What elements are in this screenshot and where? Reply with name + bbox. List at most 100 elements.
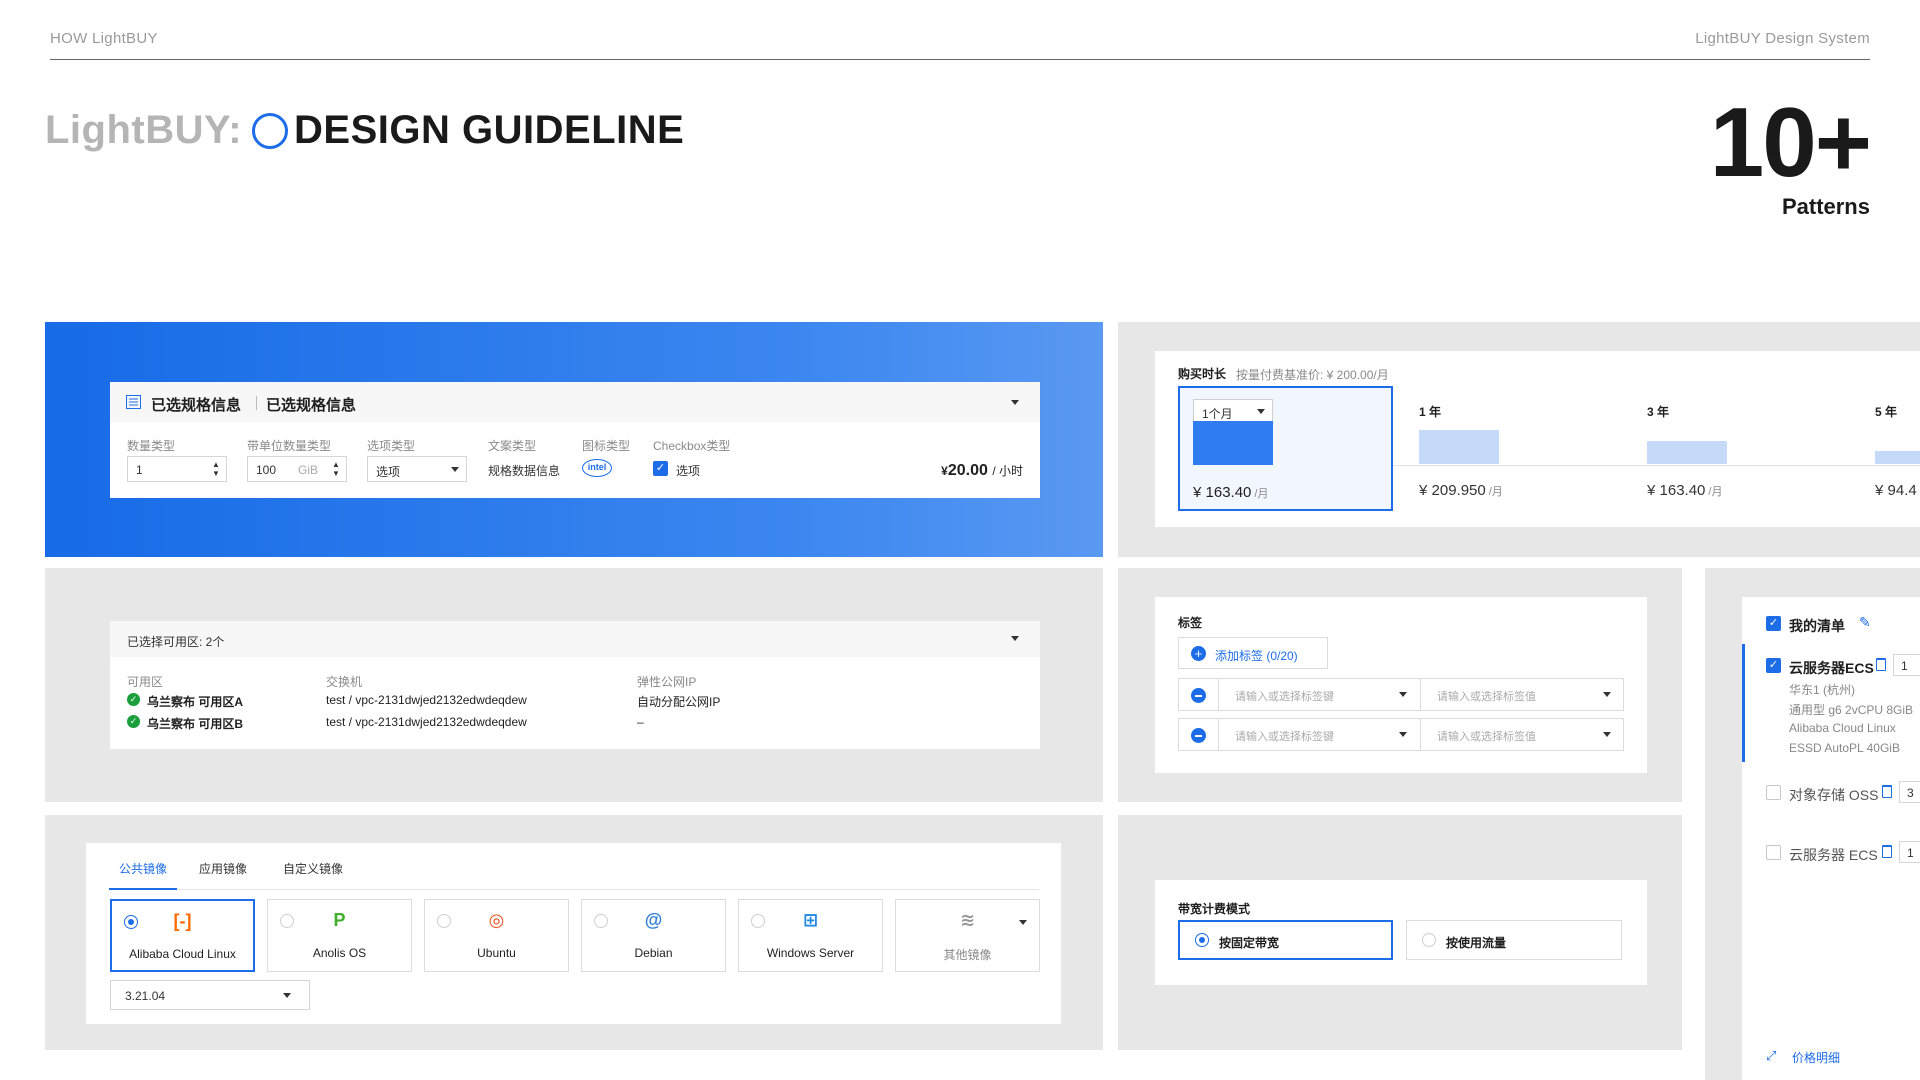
zone-name: 乌兰察布 可用区B bbox=[147, 717, 244, 731]
intel-icon: intel bbox=[582, 459, 612, 477]
images-tabs: 公共镜像 应用镜像 自定义镜像 bbox=[109, 843, 1039, 890]
cart-item-qty-value: 1 bbox=[1901, 659, 1908, 673]
stepper-up-icon[interactable]: ▲ bbox=[212, 460, 220, 469]
os-image-card[interactable]: [-] Alibaba Cloud Linux bbox=[110, 899, 255, 972]
duration-price: ¥ 163.40/月 bbox=[1647, 482, 1722, 499]
radio-selected-icon bbox=[1195, 933, 1209, 947]
tags-label: 标签 bbox=[1178, 616, 1203, 630]
duration-option-label: 1 年 bbox=[1419, 405, 1442, 419]
option-checkbox[interactable]: ✓ bbox=[653, 461, 668, 476]
bandwidth-traffic-label: 按使用流量 bbox=[1446, 936, 1507, 950]
spec-f6-label: Checkbox类型 bbox=[653, 439, 731, 453]
windows-icon: ⊞ bbox=[802, 910, 819, 930]
duration-option[interactable]: 1 年 ¥ 209.950/月 bbox=[1406, 386, 1621, 511]
tag-row: 请输入或选择标签键 请输入或选择标签值 bbox=[1178, 718, 1624, 751]
os-image-name: 其他镜像 bbox=[943, 948, 992, 962]
version-value: 3.21.04 bbox=[125, 989, 166, 1003]
duration-option[interactable]: 1个月 ¥ 163.40/月 bbox=[1178, 386, 1393, 511]
os-image-name: Ubuntu bbox=[477, 946, 516, 960]
os-image-card[interactable]: @ Debian bbox=[581, 899, 726, 972]
cart-item-detail: 通用型 g6 2vCPU 8GiB bbox=[1789, 703, 1914, 717]
header-left-label: HOW LightBUY bbox=[50, 30, 158, 47]
duration-price-value: ¥ 163.40 bbox=[1647, 482, 1706, 499]
os-image-card[interactable]: P Anolis OS bbox=[267, 899, 412, 972]
image-tab[interactable]: 自定义镜像 bbox=[273, 843, 353, 890]
bandwidth-traffic-option[interactable]: 按使用流量 bbox=[1406, 920, 1622, 960]
tags-card: 标签 + 添加标签 (0/20) 请输入或选择标签键 请输入或选择标签值 请输入或选… bbox=[1155, 597, 1647, 773]
spec-list-icon bbox=[126, 395, 141, 409]
edit-icon[interactable]: ✎ bbox=[1859, 614, 1871, 631]
debian-icon: @ bbox=[644, 910, 663, 930]
os-image-card[interactable]: ≋ 其他镜像 bbox=[895, 899, 1040, 972]
trash-icon[interactable] bbox=[1882, 845, 1892, 858]
option-checkbox-label: 选项 bbox=[676, 464, 701, 478]
version-select[interactable]: 3.21.04 bbox=[110, 980, 310, 1010]
image-tab-label: 应用镜像 bbox=[199, 862, 248, 876]
duration-select[interactable]: 1个月 bbox=[1193, 399, 1273, 423]
duration-option-label: 3 年 bbox=[1647, 405, 1670, 419]
image-tab[interactable]: 公共镜像 bbox=[109, 843, 178, 890]
stepper-down-icon[interactable]: ▼ bbox=[332, 469, 340, 478]
remove-circle-icon[interactable] bbox=[1191, 728, 1206, 743]
stepper-up-icon[interactable]: ▲ bbox=[332, 460, 340, 469]
option-select[interactable]: 选项 bbox=[367, 456, 467, 482]
cart-item-checkbox[interactable] bbox=[1766, 845, 1781, 860]
images-card: 公共镜像 应用镜像 自定义镜像 [-] Alibaba Cloud Linux P Ano… bbox=[86, 843, 1061, 1024]
cart-item-checkbox[interactable]: ✓ bbox=[1766, 658, 1781, 673]
add-tag-label: 添加标签 (0/20) bbox=[1215, 649, 1298, 663]
trash-icon[interactable] bbox=[1876, 658, 1886, 671]
cart-item-qty[interactable]: 1 bbox=[1893, 654, 1920, 676]
quantity-stepper[interactable]: 1 ▲ ▼ bbox=[127, 456, 227, 482]
duration-price-value: ¥ 94.4 bbox=[1875, 482, 1917, 499]
trash-icon[interactable] bbox=[1882, 785, 1892, 798]
header-right-label: LightBUY Design System bbox=[1695, 30, 1870, 47]
spec-f4-label: 文案类型 bbox=[488, 439, 537, 453]
chevron-down-icon bbox=[1011, 636, 1019, 641]
duration-price-bar bbox=[1647, 441, 1727, 464]
spec-collapse-chevron-icon[interactable] bbox=[1011, 400, 1019, 405]
radio-empty-icon bbox=[1422, 933, 1436, 947]
spec-f1-label: 数量类型 bbox=[127, 439, 176, 453]
minus-bar bbox=[1195, 695, 1202, 697]
duration-option[interactable]: 3 年 ¥ 163.40/月 bbox=[1634, 386, 1849, 511]
os-image-card[interactable]: ◎ Ubuntu bbox=[424, 899, 569, 972]
duration-price-bar bbox=[1875, 451, 1920, 464]
duration-price-unit: /月 bbox=[1488, 486, 1503, 498]
cart-item-qty[interactable]: 3 bbox=[1899, 781, 1920, 803]
duration-price-value: ¥ 163.40 bbox=[1193, 484, 1252, 501]
zone-vswitch: test / vpc-2131dwjed2132edwdeqdew bbox=[326, 693, 527, 707]
price-detail-link[interactable]: 价格明细 bbox=[1792, 1049, 1840, 1066]
zones-header[interactable]: 已选择可用区: 2个 bbox=[110, 621, 1040, 657]
spec-title-b: 已选规格信息 bbox=[266, 397, 357, 414]
os-image-name: Windows Server bbox=[766, 946, 855, 960]
option-select-value: 选项 bbox=[376, 465, 401, 479]
remove-circle-icon[interactable] bbox=[1191, 688, 1206, 703]
quantity-value: 1 bbox=[136, 463, 143, 477]
tag-key-input[interactable]: 请输入或选择标签键 bbox=[1219, 679, 1420, 710]
duration-option[interactable]: 5 年 ¥ 94.4 bbox=[1862, 386, 1920, 511]
duration-price-unit: /月 bbox=[1708, 486, 1723, 498]
cart-item-name: 对象存储 OSS bbox=[1789, 787, 1879, 803]
cart-select-all-checkbox[interactable]: ✓ bbox=[1766, 616, 1781, 631]
add-tag-button[interactable]: + 添加标签 (0/20) bbox=[1178, 637, 1328, 669]
duration-price: ¥ 163.40/月 bbox=[1193, 484, 1268, 501]
bandwidth-fixed-option[interactable]: 按固定带宽 bbox=[1178, 920, 1393, 960]
os-image-card[interactable]: ⊞ Windows Server bbox=[738, 899, 883, 972]
cart-item-qty[interactable]: 1 bbox=[1899, 841, 1920, 863]
duration-price-unit: /月 bbox=[1254, 488, 1269, 500]
stepper-down-icon[interactable]: ▼ bbox=[212, 469, 220, 478]
ring-icon bbox=[252, 112, 289, 149]
plus-circle-icon: + bbox=[1191, 646, 1206, 661]
duration-price-bar bbox=[1419, 430, 1499, 464]
ubuntu-icon: ◎ bbox=[488, 910, 505, 930]
cart-title: 我的清单 bbox=[1789, 618, 1845, 634]
zone-eip: – bbox=[637, 715, 644, 729]
tag-value-input[interactable]: 请输入或选择标签值 bbox=[1421, 679, 1623, 710]
tag-key-input[interactable]: 请输入或选择标签键 bbox=[1219, 719, 1420, 750]
unit-quantity-stepper[interactable]: 100 GiB ▲ ▼ bbox=[247, 456, 347, 482]
pattern-count: 10+ Patterns bbox=[1710, 93, 1872, 220]
cart-item-checkbox[interactable] bbox=[1766, 785, 1781, 800]
image-tab[interactable]: 应用镜像 bbox=[189, 843, 257, 890]
tag-value-input[interactable]: 请输入或选择标签值 bbox=[1421, 719, 1623, 750]
cart-item-detail: 华东1 (杭州) bbox=[1789, 683, 1856, 697]
